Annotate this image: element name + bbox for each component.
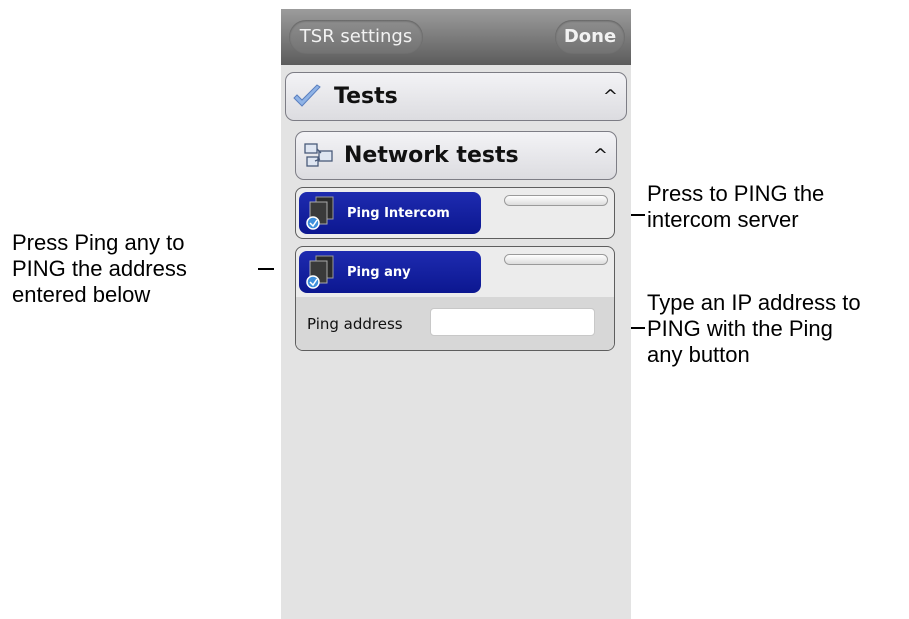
checkmark-icon bbox=[291, 82, 323, 116]
ping-any-card: Ping any Ping address bbox=[295, 246, 615, 351]
phone-screen: TSR settings Done Tests ^ Network tests … bbox=[281, 9, 631, 619]
section-tests-label: Tests bbox=[334, 84, 398, 109]
ping-any-progress bbox=[504, 254, 608, 265]
ping-intercom-card: Ping Intercom bbox=[295, 187, 615, 239]
section-network-tests[interactable]: Network tests ^ bbox=[295, 131, 617, 180]
callout-leader-left bbox=[258, 268, 274, 270]
ping-address-label: Ping address bbox=[307, 314, 403, 333]
callout-ping-any: Press Ping any to PING the address enter… bbox=[12, 230, 187, 307]
ping-any-label: Ping any bbox=[347, 264, 411, 280]
ping-intercom-progress bbox=[504, 195, 608, 206]
ping-address-input[interactable] bbox=[430, 308, 595, 336]
top-bar: TSR settings Done bbox=[281, 9, 631, 65]
chevron-up-icon: ^ bbox=[592, 145, 608, 166]
network-computers-icon bbox=[303, 253, 341, 291]
section-tests[interactable]: Tests ^ bbox=[285, 72, 627, 121]
done-button[interactable]: Done bbox=[555, 20, 625, 54]
network-icon bbox=[303, 141, 335, 175]
tsr-settings-button[interactable]: TSR settings bbox=[289, 20, 423, 54]
chevron-up-icon: ^ bbox=[602, 86, 618, 107]
ping-intercom-button[interactable]: Ping Intercom bbox=[299, 192, 481, 234]
ping-address-row: Ping address bbox=[296, 297, 614, 350]
ping-any-button[interactable]: Ping any bbox=[299, 251, 481, 293]
section-network-tests-label: Network tests bbox=[344, 143, 519, 168]
network-computers-icon bbox=[303, 194, 341, 232]
callout-ping-address: Type an IP address to PING with the Ping… bbox=[647, 290, 861, 367]
ping-intercom-label: Ping Intercom bbox=[347, 205, 450, 221]
callout-ping-intercom: Press to PING the intercom server bbox=[647, 181, 825, 232]
